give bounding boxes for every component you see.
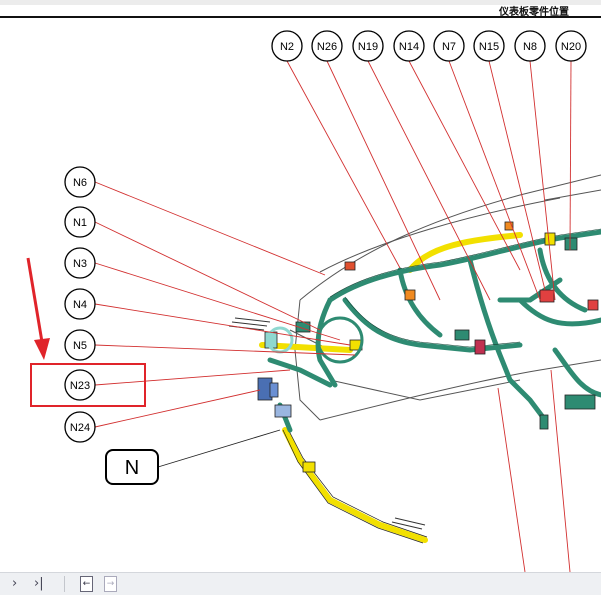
- svg-text:N: N: [125, 457, 139, 479]
- callout-N20: N20: [555, 30, 587, 62]
- svg-text:N23: N23: [70, 380, 90, 392]
- last-page-icon[interactable]: ›|: [34, 577, 44, 591]
- doc-back-icon[interactable]: ←: [80, 576, 93, 592]
- callout-N14: N14: [393, 30, 425, 62]
- callout-N23: N23: [64, 369, 96, 401]
- instrument-panel-diagram: N2 N26 N19 N14 N7 N15 N8 N20 N6 N1 N3 N4…: [26, 30, 601, 572]
- svg-text:N15: N15: [479, 41, 499, 53]
- callout-N15: N15: [473, 30, 505, 62]
- svg-text:N14: N14: [399, 41, 419, 53]
- svg-text:N4: N4: [73, 299, 87, 311]
- leader-line-N: [157, 429, 281, 468]
- next-page-icon[interactable]: ›: [12, 577, 17, 591]
- callouts-left: N6 N1 N3 N4 N5 N23 N24: [64, 166, 96, 443]
- callout-N7: N7: [433, 30, 465, 62]
- callout-N6: N6: [64, 166, 96, 198]
- svg-text:N8: N8: [523, 41, 537, 53]
- toolbar-separator: [64, 576, 65, 592]
- viewer-toolbar: › ›| ← →: [0, 572, 601, 595]
- svg-text:N24: N24: [70, 422, 90, 434]
- doc-forward-icon[interactable]: →: [104, 576, 117, 592]
- callout-N5: N5: [64, 329, 96, 361]
- callout-N26: N26: [311, 30, 343, 62]
- svg-text:N7: N7: [442, 41, 456, 53]
- svg-text:N1: N1: [73, 217, 87, 229]
- callout-N1: N1: [64, 206, 96, 238]
- callout-N8: N8: [514, 30, 546, 62]
- svg-text:N26: N26: [317, 41, 337, 53]
- callout-N2: N2: [271, 30, 303, 62]
- svg-text:N20: N20: [561, 41, 581, 53]
- group-callout-N: N: [105, 449, 159, 485]
- svg-text:N3: N3: [73, 258, 87, 270]
- callout-N19: N19: [352, 30, 384, 62]
- svg-text:N5: N5: [73, 340, 87, 352]
- callout-N4: N4: [64, 288, 96, 320]
- callout-N3: N3: [64, 247, 96, 279]
- callout-N24: N24: [64, 411, 96, 443]
- highlight-arrow: [26, 257, 44, 343]
- svg-text:N6: N6: [73, 177, 87, 189]
- svg-text:N2: N2: [280, 41, 294, 53]
- callouts-top: N2 N26 N19 N14 N7 N15 N8 N20: [271, 30, 587, 62]
- svg-text:N19: N19: [358, 41, 378, 53]
- leader-lines: [94, 60, 572, 572]
